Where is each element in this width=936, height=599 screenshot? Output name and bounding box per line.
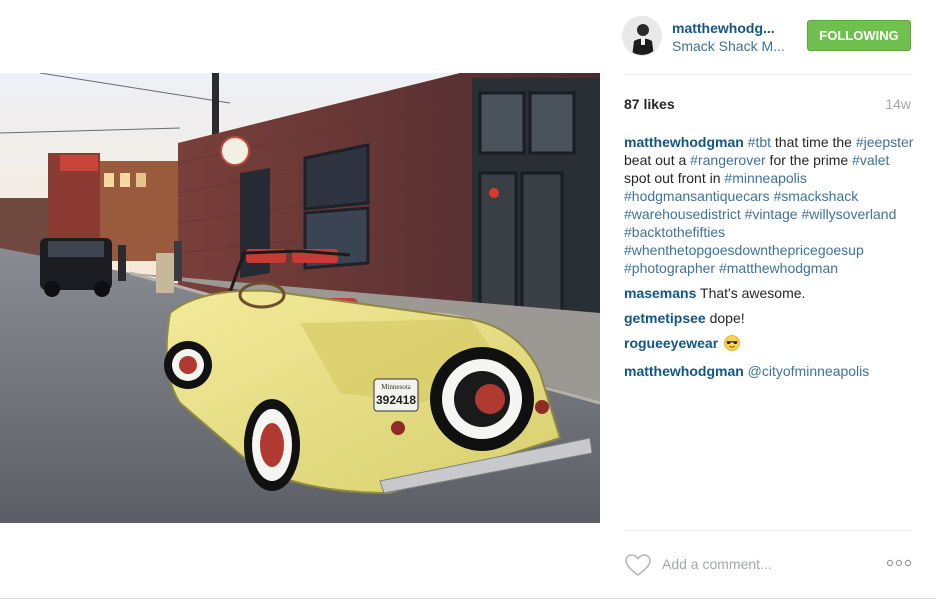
post-photo[interactable]: Minnesota 392418 [0, 73, 600, 523]
post-timestamp: 14w [885, 96, 911, 112]
post-location[interactable]: Smack Shack M... [672, 38, 785, 54]
hashtag-link[interactable]: #photographer [624, 260, 715, 276]
instagram-post: Minnesota 392418 matthewhodg... Smack Sh… [0, 0, 936, 599]
hashtag-link[interactable]: #valet [852, 152, 889, 168]
more-options-icon[interactable] [886, 557, 912, 569]
hashtag-link[interactable]: #jeepster [856, 134, 914, 150]
comment-username[interactable]: getmetipsee [624, 310, 706, 326]
post-username[interactable]: matthewhodg... [672, 20, 775, 36]
post-header: matthewhodg... Smack Shack M... FOLLOWIN… [622, 16, 914, 60]
hashtag-link[interactable]: #backtothefifties [624, 224, 725, 240]
caption-text: #tbt that time the #jeepster beat out a … [624, 134, 913, 276]
hashtag-link[interactable]: #warehousedistrict [624, 206, 741, 222]
user-avatar[interactable] [622, 16, 662, 56]
caption-text-fragment: beat out a [624, 152, 691, 168]
likes-count[interactable]: 87 likes [624, 96, 675, 112]
post-sidebar: matthewhodg... Smack Shack M... FOLLOWIN… [600, 0, 936, 599]
comment-item: matthewhodgman @cityofminneapolis [624, 362, 914, 380]
comment-username[interactable]: rogueeyewear [624, 335, 718, 351]
hashtag-link[interactable]: #tbt [748, 134, 771, 150]
comment-username[interactable]: matthewhodgman [624, 363, 744, 379]
following-button[interactable]: FOLLOWING [807, 20, 911, 51]
comment-item: getmetipsee dope! [624, 309, 914, 327]
hashtag-link[interactable]: #willysoverland [801, 206, 896, 222]
hashtag-link[interactable]: #vintage [745, 206, 798, 222]
heart-outline-icon[interactable] [624, 553, 652, 577]
caption-text-fragment: for the prime [765, 152, 853, 168]
comment-item: masemans That's awesome. [624, 284, 914, 302]
caption: matthewhodgman #tbt that time the #jeeps… [624, 133, 914, 277]
post-stats: 87 likes 14w [624, 96, 911, 116]
hashtag-link[interactable]: #hodgmansantiquecars [624, 188, 770, 204]
footer-divider [624, 530, 911, 531]
header-divider [624, 74, 911, 75]
caption-text-fragment: that time the [771, 134, 856, 150]
jeepster-street-photo: Minnesota 392418 [0, 73, 600, 523]
caption-username[interactable]: matthewhodgman [624, 134, 744, 150]
comment-list: matthewhodgman #tbt that time the #jeeps… [624, 133, 914, 387]
mention-link[interactable]: @cityofminneapolis [748, 363, 870, 379]
hashtag-link[interactable]: #matthewhodgman [719, 260, 838, 276]
hashtag-link[interactable]: #smackshack [773, 188, 858, 204]
caption-text-fragment: spot out front in [624, 170, 725, 186]
comment-item: rogueeyewear [624, 334, 914, 355]
plate-state-text: Minnesota [381, 383, 411, 391]
comment-username[interactable]: masemans [624, 285, 696, 301]
add-comment-input[interactable] [662, 553, 872, 575]
hashtag-link[interactable]: #whenthetopgoesdownthepricegoesup [624, 242, 864, 258]
plate-number-text: 392418 [376, 393, 416, 407]
hashtag-link[interactable]: #minneapolis [724, 170, 807, 186]
post-footer [624, 545, 914, 585]
comment-text: That's awesome. [700, 285, 806, 301]
comment-text: dope! [709, 310, 745, 326]
sunglasses-emoji-icon [724, 335, 740, 355]
avatar-image [623, 17, 661, 55]
hashtag-link[interactable]: #rangerover [690, 152, 766, 168]
